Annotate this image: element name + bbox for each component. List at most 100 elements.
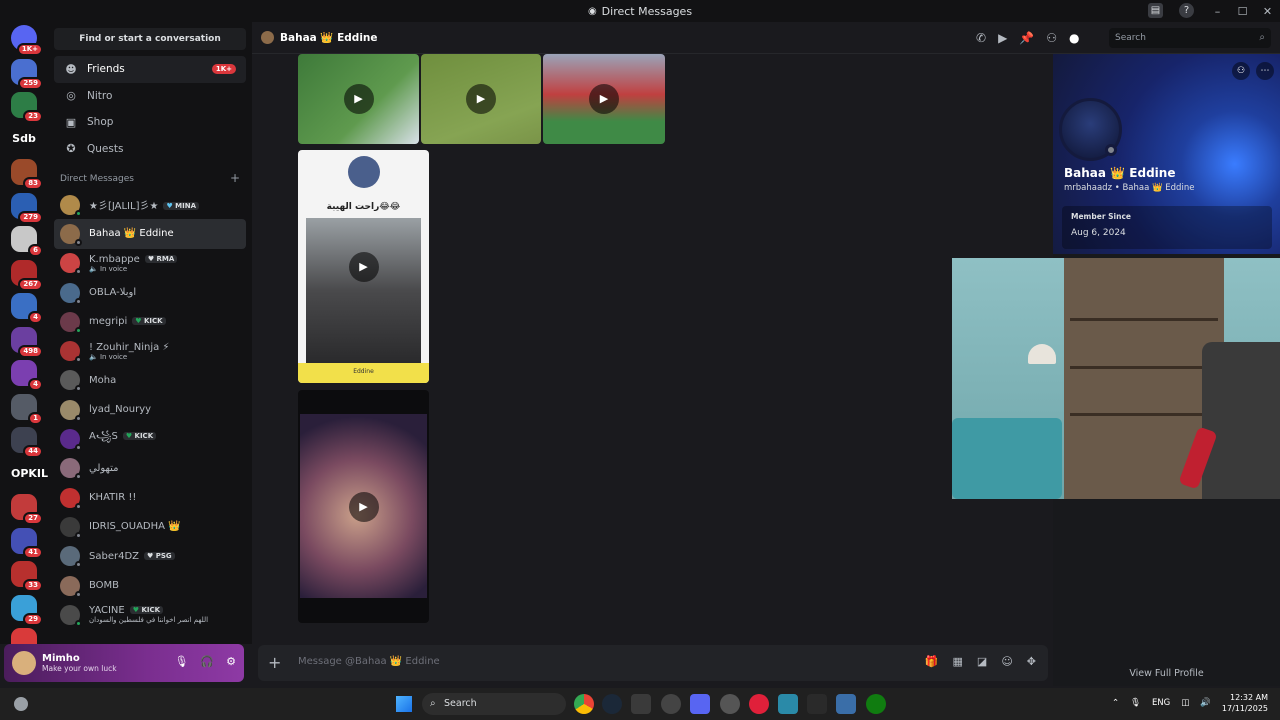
- inbox-icon[interactable]: ▤: [1148, 3, 1163, 18]
- pinned-messages-icon[interactable]: 📌: [1019, 31, 1034, 45]
- server-icon[interactable]: 29: [11, 594, 43, 626]
- dm-item[interactable]: megripi ♥ KICK: [54, 307, 246, 336]
- user-profile-icon[interactable]: ●: [1069, 31, 1079, 45]
- server-icon[interactable]: 1: [11, 393, 43, 425]
- app-icon[interactable]: [778, 694, 798, 714]
- video-attachment[interactable]: ▶: [298, 390, 429, 623]
- dm-item[interactable]: A꧁S ♥ KICK: [54, 424, 246, 453]
- gif-icon[interactable]: ▦: [953, 655, 963, 668]
- server-icon[interactable]: 27: [11, 494, 43, 525]
- server-icon[interactable]: 1K+: [11, 25, 43, 56]
- maximize-button[interactable]: ☐: [1230, 5, 1255, 18]
- dm-item[interactable]: ★彡[JALIL]彡★ ♥ MINA: [54, 190, 246, 219]
- play-icon[interactable]: ▶: [589, 84, 619, 114]
- xbox-icon[interactable]: [866, 694, 886, 714]
- chrome-icon[interactable]: [574, 694, 594, 714]
- emoji-icon[interactable]: ☺: [1001, 655, 1012, 668]
- play-icon[interactable]: ▶: [348, 491, 379, 522]
- avatar[interactable]: [12, 651, 36, 675]
- server-icon[interactable]: [11, 628, 37, 644]
- dm-item[interactable]: K.mbappe ♥ RMA 🔈 In voice: [54, 249, 246, 278]
- dm-item[interactable]: KHATIR !!: [54, 483, 246, 512]
- sticker-icon[interactable]: ◪: [977, 655, 987, 668]
- steam-icon[interactable]: [602, 694, 622, 714]
- webcam-overlay[interactable]: [952, 258, 1280, 499]
- more-options-icon[interactable]: ⋯: [1256, 62, 1274, 80]
- server-icon[interactable]: 33: [11, 561, 43, 592]
- add-friend-icon[interactable]: ⚇: [1232, 62, 1250, 80]
- apps-icon[interactable]: ✥: [1027, 655, 1036, 668]
- dm-item[interactable]: lyad_Nouryy: [54, 395, 246, 424]
- microphone-tray-icon[interactable]: 🎙: [1130, 698, 1141, 708]
- video-attachment[interactable]: ▶: [298, 54, 419, 144]
- headphones-icon[interactable]: 🎧: [200, 655, 214, 668]
- server-icon[interactable]: Sdb: [11, 126, 37, 152]
- play-icon[interactable]: ▶: [343, 84, 374, 114]
- clock[interactable]: 12:32 AM 17/11/2025: [1222, 692, 1268, 714]
- server-icon[interactable]: 279: [11, 192, 43, 224]
- taskbar-search[interactable]: ⌕ Search: [422, 693, 566, 715]
- server-icon[interactable]: 41: [11, 527, 43, 559]
- create-dm-icon[interactable]: +: [230, 172, 240, 184]
- store-icon[interactable]: [836, 694, 856, 714]
- server-icon[interactable]: OPKIL: [11, 461, 48, 487]
- voice-call-icon[interactable]: ✆: [976, 31, 986, 45]
- recipient-avatar[interactable]: [261, 31, 274, 44]
- dm-item[interactable]: Moha: [54, 366, 246, 395]
- video-call-icon[interactable]: ▶: [998, 31, 1007, 45]
- server-icon[interactable]: 4: [11, 293, 43, 324]
- server-icon[interactable]: 83: [11, 159, 43, 190]
- server-icon[interactable]: 4: [11, 360, 43, 391]
- network-icon[interactable]: ◫: [1181, 698, 1189, 708]
- dm-item[interactable]: OBLA-اوبلا: [54, 278, 246, 307]
- dm-item[interactable]: Bahaa 👑 Eddine: [54, 219, 246, 249]
- find-conversation-button[interactable]: Find or start a conversation: [54, 28, 246, 50]
- chatgpt-icon[interactable]: [661, 694, 681, 714]
- view-full-profile-link[interactable]: View Full Profile: [1053, 668, 1280, 679]
- nav-item-quests[interactable]: ✪ Quests: [54, 136, 246, 163]
- help-icon[interactable]: ?: [1179, 3, 1194, 18]
- nav-item-shop[interactable]: ▣ Shop: [54, 109, 246, 136]
- discord-app-icon[interactable]: [690, 694, 710, 714]
- dm-item[interactable]: YACINE ♥ KICK اللهم انصر اخواننا في فلسطين…: [54, 600, 246, 629]
- chevron-up-icon[interactable]: ⌃: [1112, 698, 1119, 708]
- minimize-button[interactable]: –: [1205, 5, 1230, 18]
- dm-item[interactable]: Saber4DZ ♥ PSG: [54, 542, 246, 571]
- add-friends-to-dm-icon[interactable]: ⚇: [1046, 31, 1057, 45]
- notes-app-icon[interactable]: [631, 694, 651, 714]
- video-attachment[interactable]: راحت الهيبة😂😂 Eddine ▶: [298, 150, 429, 383]
- language-indicator[interactable]: ENG: [1152, 698, 1170, 708]
- video-attachment[interactable]: ▶: [543, 54, 665, 144]
- nav-item-friends[interactable]: ☻ Friends 1K+: [54, 56, 246, 83]
- server-icon[interactable]: 267: [11, 259, 43, 291]
- video-attachment[interactable]: ▶: [421, 54, 541, 144]
- profile-avatar[interactable]: [1059, 98, 1122, 161]
- volume-icon[interactable]: 🔊: [1200, 698, 1211, 708]
- mention-badge: 33: [23, 579, 43, 592]
- close-button[interactable]: ✕: [1255, 5, 1280, 18]
- opera-icon[interactable]: [749, 694, 769, 714]
- server-icon[interactable]: 259: [11, 58, 43, 90]
- server-icon[interactable]: 44: [11, 427, 43, 458]
- dm-item[interactable]: BOMB: [54, 571, 246, 600]
- server-icon[interactable]: 498: [11, 326, 43, 358]
- play-icon[interactable]: ▶: [466, 84, 496, 114]
- dm-item[interactable]: IDRIS_OUADHA 👑: [54, 512, 246, 541]
- widgets-icon[interactable]: [14, 697, 28, 711]
- app-icon[interactable]: [720, 694, 740, 714]
- gift-icon[interactable]: 🎁: [925, 655, 939, 668]
- start-button[interactable]: [396, 696, 412, 712]
- server-icon[interactable]: 23: [11, 92, 43, 123]
- recipient-name[interactable]: Bahaa 👑 Eddine: [280, 31, 378, 44]
- epic-games-icon[interactable]: [807, 694, 827, 714]
- dm-item[interactable]: متهولي: [54, 454, 246, 483]
- play-icon[interactable]: ▶: [348, 251, 379, 282]
- nav-item-nitro[interactable]: ◎ Nitro: [54, 83, 246, 110]
- add-attachment-icon[interactable]: +: [268, 653, 281, 672]
- search-input[interactable]: Search ⌕: [1109, 28, 1271, 48]
- server-icon[interactable]: 6: [11, 226, 43, 257]
- message-input[interactable]: Message @Bahaa 👑 Eddine: [298, 656, 440, 667]
- microphone-icon[interactable]: 🎙: [174, 655, 188, 668]
- settings-gear-icon[interactable]: ⚙: [226, 655, 236, 668]
- dm-item[interactable]: ! Zouhir_Ninja ⚡ 🔈 In voice: [54, 336, 246, 365]
